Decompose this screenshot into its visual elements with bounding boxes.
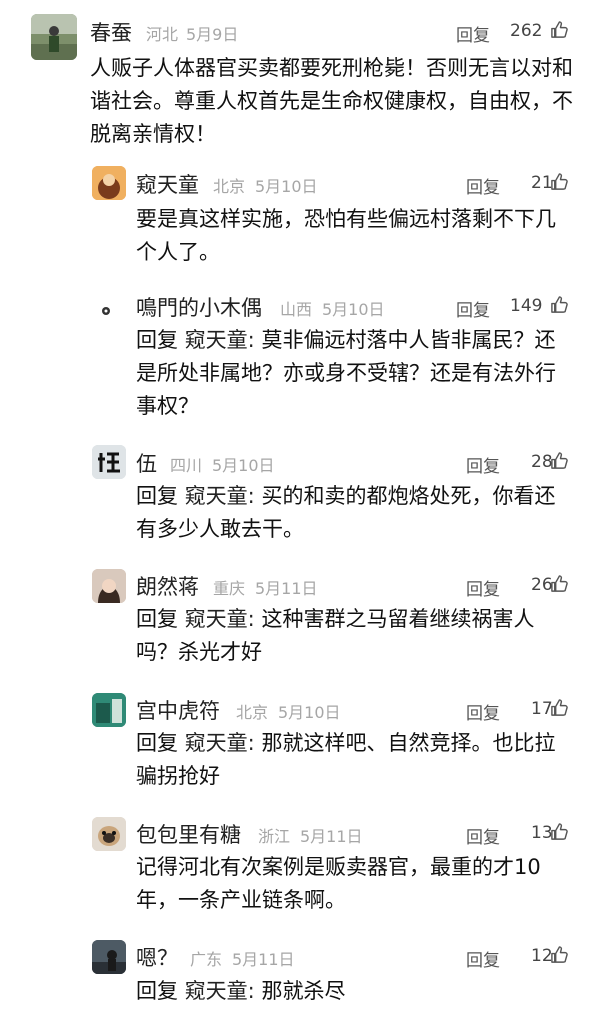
comment-location: 河北 [146,25,179,44]
reply-prefix: 回复 [136,607,178,631]
reply-button[interactable]: 回复 [466,946,500,971]
user-photo-icon [92,693,126,727]
comment-date: 5月11日 [300,827,363,846]
comment-date: 5月10日 [212,456,275,475]
comment-username[interactable]: 嗯？ [136,942,178,972]
reply-prefix: 回复 [136,979,178,1003]
reply-prefix: 回复 [136,484,178,508]
comment-location: 四川 [170,456,203,475]
comment-text: 回复 窥天童: 那就杀尽 [136,979,346,1003]
avatar[interactable] [92,940,126,974]
comment-date: 5月11日 [232,950,295,969]
avatar[interactable] [92,290,126,324]
user-photo-icon [31,14,77,60]
comment-date: 5月9日 [186,25,239,44]
puppet-icon [102,307,110,315]
comment-text: 回复 窥天童: 莫非偏远村落中人皆非属民？还是所处非属地？亦或身不受辖？还是有法… [136,328,556,418]
comment-username[interactable]: 春蚕 [90,17,132,47]
reply-target-username[interactable]: 窥天童: [185,607,255,631]
comment-location: 重庆 [213,579,246,598]
user-photo-icon [92,569,126,603]
user-photo-icon [92,166,126,200]
comment-username[interactable]: 朗然蒋 [136,571,199,601]
like-count: 262 [510,21,543,41]
reply-button[interactable]: 回复 [466,823,500,848]
thumbs-up-icon[interactable] [550,172,569,191]
reply-prefix: 回复 [136,328,178,352]
comment-text: 回复 窥天童: 买的和卖的都炮烙处死，你看还有多少人敢去干。 [136,484,556,541]
reply-target-username[interactable]: 窥天童: [185,979,255,1003]
reply-button[interactable]: 回复 [466,452,500,477]
avatar[interactable] [92,693,126,727]
pug-photo-icon [92,817,126,851]
comment-text: 回复 窥天童: 这种害群之马留着继续祸害人吗？杀光才好 [136,607,535,664]
reply-button[interactable]: 回复 [466,575,500,600]
thumbs-up-icon[interactable] [550,698,569,717]
like-count: 149 [510,296,543,316]
avatar[interactable] [92,817,126,851]
avatar[interactable] [92,166,126,200]
comment-date: 5月10日 [322,300,385,319]
thumbs-up-icon[interactable] [550,574,569,593]
comment-username[interactable]: 窥天童 [136,169,199,199]
comment-date: 5月11日 [255,579,318,598]
comment-location: 浙江 [258,827,291,846]
comment-username[interactable]: 伍 [136,448,157,478]
comment-date: 5月10日 [278,703,341,722]
avatar[interactable] [31,14,77,60]
comment-text: 人贩子人体器官买卖都要死刑枪毙！否则无言以对和谐社会。尊重人权首先是生命权健康权… [90,56,573,146]
comment-username[interactable]: 宫中虎符 [136,695,220,725]
thumbs-up-icon[interactable] [550,20,569,39]
reply-target-username[interactable]: 窥天童: [185,731,255,755]
thumbs-up-icon[interactable] [550,451,569,470]
reply-button[interactable]: 回复 [456,296,490,321]
comment-date: 5月10日 [255,177,318,196]
comment-location: 广东 [190,950,223,969]
user-photo-icon [92,940,126,974]
reply-target-username[interactable]: 窥天童: [185,484,255,508]
comment-username[interactable]: 包包里有糖 [136,819,241,849]
comment-text: 要是真这样实施，恐怕有些偏远村落剩不下几个人了。 [136,207,556,264]
calligraphy-avatar-icon [92,445,126,479]
reply-button[interactable]: 回复 [456,21,490,46]
reply-target-username[interactable]: 窥天童: [185,328,255,352]
comment-location: 北京 [236,703,269,722]
reply-prefix: 回复 [136,731,178,755]
reply-button[interactable]: 回复 [466,699,500,724]
comment-text: 回复 窥天童: 那就这样吧、自然竞择。也比拉骗拐抢好 [136,731,556,788]
avatar[interactable] [92,569,126,603]
thumbs-up-icon[interactable] [550,295,569,314]
thumbs-up-icon[interactable] [550,945,569,964]
thumbs-up-icon[interactable] [550,822,569,841]
comment-username[interactable]: 鳴門的小木偶 [136,292,262,322]
reply-button[interactable]: 回复 [466,173,500,198]
comment-location: 北京 [213,177,246,196]
avatar[interactable] [92,445,126,479]
comment-text: 记得河北有次案例是贩卖器官，最重的才10年，一条产业链条啊。 [136,855,541,912]
comment-location: 山西 [280,300,313,319]
